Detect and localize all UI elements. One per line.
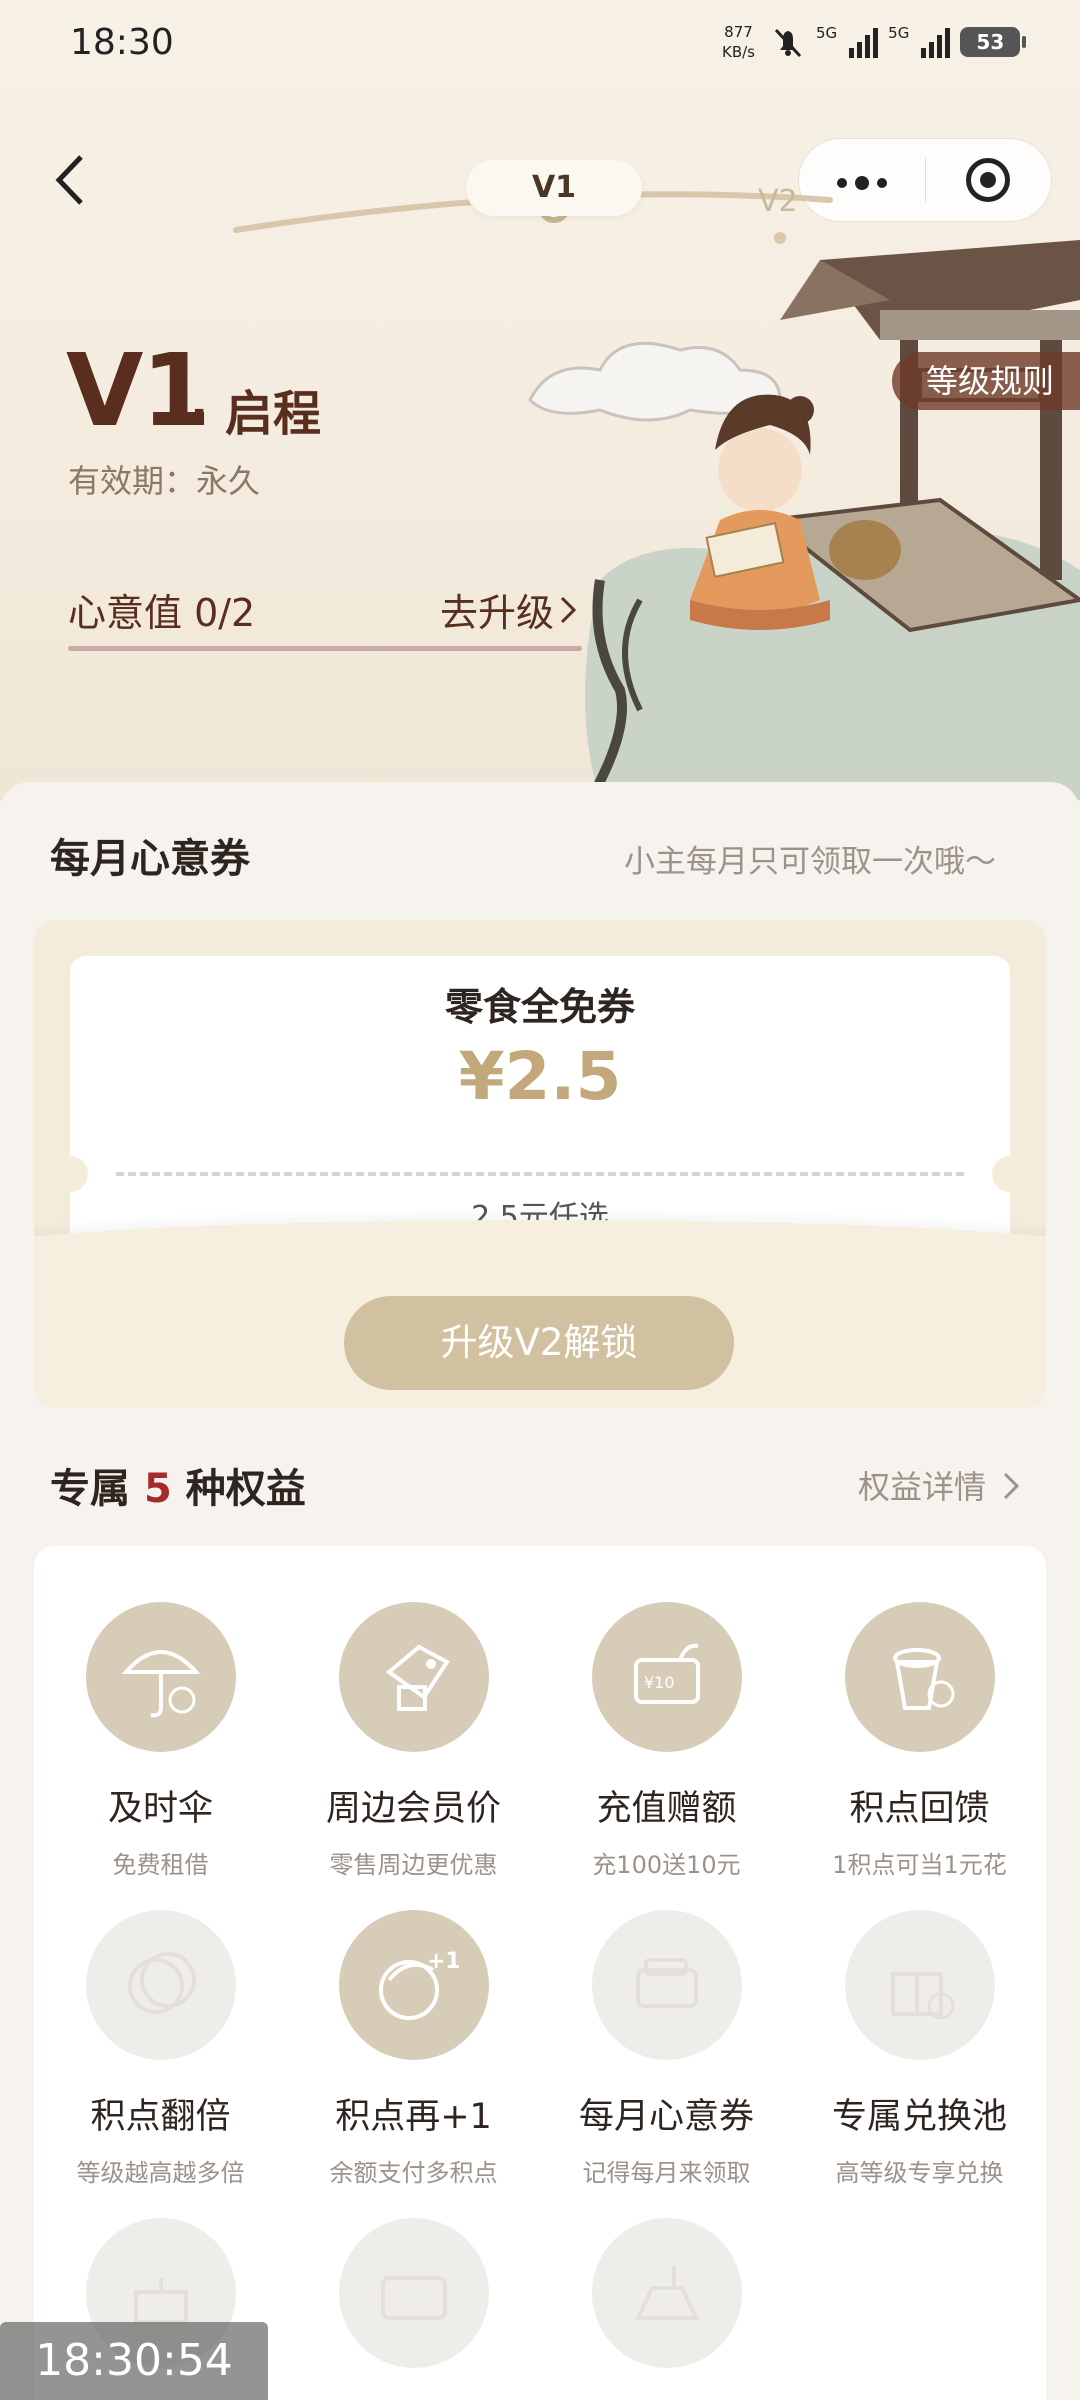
right-desc: 充100送10元 [592, 1851, 741, 1879]
coupon-divider [116, 1172, 964, 1176]
coupon-amount: ¥2.5 [458, 1038, 622, 1115]
monthly-coupon-subtitle: 小主每月只可领取一次哦～ [624, 844, 996, 880]
right-name: 及时伞 [107, 1789, 213, 1829]
umbrella-icon [85, 1602, 236, 1752]
right-desc: 余额支付多积点 [329, 2159, 498, 2187]
rights-title: 专属 5 种权益 [50, 1456, 306, 1514]
network-speed: 877 KB/s [722, 22, 755, 62]
current-level-pill[interactable]: V1 [466, 160, 642, 216]
right-desc: 免费租借 [112, 1851, 209, 1879]
signal-bars-icon [921, 26, 951, 58]
right-item-points-rebate[interactable]: 积点回馈 1积点可当1元花 [793, 1602, 1046, 1880]
right-name: 每月心意券 [578, 2097, 754, 2137]
rights-detail-link[interactable]: 权益详情 [858, 1462, 1020, 1508]
mute-bell-icon [774, 28, 802, 58]
rights-detail-label: 权益详情 [858, 1468, 987, 1506]
status-bar: 18:30 877 KB/s 5G 5G 53 [0, 0, 1080, 90]
right-item-points-plus[interactable]: +1 积点再+1 余额支付多积点 [287, 1910, 540, 2188]
upgrade-link[interactable]: 去升级 [440, 582, 578, 637]
rights-grid: 及时伞 免费租借 周边会员价 零售周边更优惠 ¥10 充值赠额 充100送10元… [34, 1546, 1046, 2400]
rights-title-prefix: 专属 [50, 1466, 130, 1512]
level-rules-button[interactable]: 等级规则 [891, 352, 1080, 410]
status-icons: 5G 5G 53 [770, 24, 1027, 60]
right-desc: 零售周边更优惠 [329, 1851, 498, 1879]
signal-label-2: 5G [888, 24, 910, 42]
rights-count: 5 [143, 1466, 172, 1512]
right-item-recharge[interactable]: ¥10 充值赠额 充100送10元 [540, 1602, 793, 1880]
gift-icon [844, 1910, 995, 2060]
rights-title-suffix: 种权益 [185, 1466, 306, 1512]
validity-text: 有效期：永久 [68, 462, 261, 500]
upgrade-unlock-button[interactable]: 升级V2解锁 [344, 1296, 734, 1390]
screenshot-timestamp: 18:30:54 [0, 2322, 268, 2400]
heart-value-progress [68, 646, 582, 651]
right-desc: 1积点可当1元花 [832, 1851, 1007, 1879]
right-name: 充值赠额 [596, 1789, 737, 1829]
right-item-exchange-pool[interactable]: 专属兑换池 高等级专享兑换 [793, 1910, 1046, 2188]
right-desc: 记得每月来领取 [582, 2159, 751, 2187]
battery-icon: 53 [960, 27, 1027, 57]
coupon-icon [591, 1910, 742, 2060]
hero-banner: 等级规则 18:30 877 KB/s 5G 5G 53 V1 V2 V1 · … [0, 0, 1080, 800]
right-name: 积点回馈 [849, 1789, 990, 1829]
level-name: · 启程 [190, 386, 321, 442]
network-speed-value: 877 [724, 23, 753, 41]
svg-text:¥10: ¥10 [644, 1673, 675, 1692]
signal-bars-icon [849, 26, 879, 58]
right-item-umbrella[interactable]: 及时伞 免费租借 [34, 1602, 287, 1880]
right-desc: 等级越高越多倍 [76, 2159, 245, 2187]
points-plus-icon: +1 [338, 1910, 489, 2060]
status-time: 18:30 [70, 22, 174, 63]
right-item-vip-card[interactable] [287, 2218, 540, 2368]
points-double-icon [85, 1910, 236, 2060]
signal-label-1: 5G [816, 24, 838, 42]
price-tag-icon [338, 1602, 489, 1752]
coupon-name: 零食全免券 [444, 985, 635, 1029]
network-speed-unit: KB/s [722, 43, 755, 61]
right-desc: 高等级专享兑换 [835, 2159, 1004, 2187]
next-level-label[interactable]: V2 [758, 184, 798, 219]
right-name: 积点再+1 [335, 2097, 492, 2137]
right-name: 周边会员价 [325, 1789, 501, 1829]
coupon-card[interactable]: 零食全免券 ¥2.5 2.5元任选 [52, 956, 1028, 1246]
right-name: 积点翻倍 [90, 2097, 231, 2137]
map-flag-icon [591, 2218, 742, 2368]
right-item-monthly-coupon[interactable]: 每月心意券 记得每月来领取 [540, 1910, 793, 2188]
level-title: V1 [66, 332, 211, 449]
chevron-right-icon [1004, 1472, 1020, 1500]
hero-illustration [528, 240, 1080, 800]
heart-value-label: 心意值 0/2 [68, 591, 256, 635]
upgrade-link-label: 去升级 [440, 591, 555, 635]
right-item-member-price[interactable]: 周边会员价 零售周边更优惠 [287, 1602, 540, 1880]
wallet-icon: ¥10 [591, 1602, 742, 1752]
svg-text:+1: +1 [427, 1949, 459, 1974]
right-name: 专属兑换池 [831, 2097, 1007, 2137]
right-item-points-double[interactable]: 积点翻倍 等级越高越多倍 [34, 1910, 287, 2188]
drink-cup-icon [844, 1602, 995, 1752]
monthly-coupon-title: 每月心意券 [50, 836, 250, 882]
right-item-brand-event[interactable] [540, 2218, 793, 2368]
vip-card-icon [338, 2218, 489, 2368]
chevron-right-icon [560, 596, 577, 624]
monthly-coupon-section: 零食全免券 ¥2.5 2.5元任选 升级V2解锁 [34, 920, 1046, 1408]
